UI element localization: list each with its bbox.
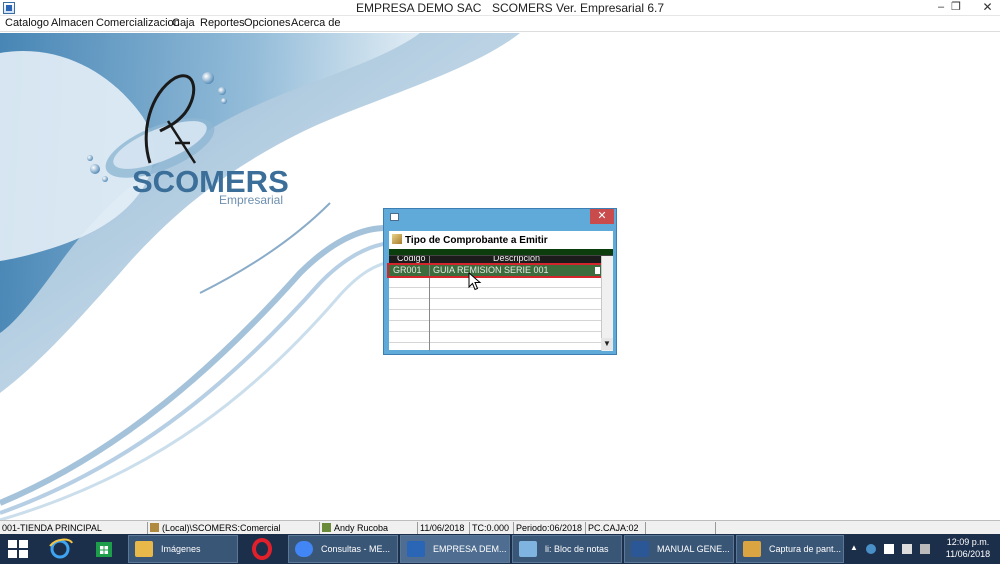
status-store: 001-TIENDA PRINCIPAL bbox=[0, 522, 148, 534]
taskbar-button-imagenes[interactable]: Imágenes bbox=[128, 535, 238, 563]
application-window: EMPRESA DEMO SAC SCOMERS Ver. Empresaria… bbox=[0, 0, 1000, 564]
dialog-body: Tipo de Comprobante a Emitir Código Desc… bbox=[387, 231, 613, 351]
status-empty bbox=[646, 522, 716, 534]
internet-explorer-icon[interactable] bbox=[42, 534, 78, 564]
grid-row-line bbox=[389, 309, 601, 310]
grid-row-line bbox=[389, 320, 601, 321]
action-center-flag-icon[interactable] bbox=[884, 544, 894, 554]
volume-icon[interactable] bbox=[902, 544, 912, 554]
scomers-logo-edition: Empresarial bbox=[219, 193, 284, 207]
display-icon[interactable] bbox=[920, 544, 930, 554]
grid-row-line bbox=[389, 287, 601, 288]
mouse-cursor-icon bbox=[468, 272, 482, 291]
status-exchange-rate-text: TC:0.000 bbox=[472, 523, 510, 533]
status-date: 11/06/2018 bbox=[418, 522, 470, 534]
status-user: Andy Rucoba bbox=[320, 522, 418, 534]
windows-start-icon[interactable] bbox=[8, 540, 28, 558]
database-icon bbox=[150, 523, 159, 532]
status-user-text: Andy Rucoba bbox=[334, 523, 389, 533]
status-date-text: 11/06/2018 bbox=[420, 523, 465, 533]
red-highlight-annotation bbox=[387, 263, 605, 278]
menu-caja[interactable]: Caja bbox=[172, 17, 195, 29]
taskbar-button-paint[interactable]: Captura de pant... bbox=[736, 535, 844, 563]
grid-row-line bbox=[389, 298, 601, 299]
dialog-close-button[interactable]: ✕ bbox=[590, 209, 614, 224]
taskbar-button-empresa-demo[interactable]: EMPRESA DEM... bbox=[400, 535, 510, 563]
network-globe-icon[interactable] bbox=[866, 544, 876, 554]
app-icon[interactable] bbox=[3, 2, 15, 14]
taskbar-button-word[interactable]: MANUAL GENE... bbox=[624, 535, 734, 563]
paint-icon bbox=[743, 541, 761, 557]
dialog-caption: Tipo de Comprobante a Emitir bbox=[392, 234, 548, 246]
status-register-text: PC.CAJA:02 bbox=[588, 523, 639, 533]
clock-date[interactable]: 11/06/2018 bbox=[940, 549, 996, 559]
taskbar-button-notepad[interactable]: li: Bloc de notas bbox=[512, 535, 622, 563]
scomers-app-icon bbox=[407, 541, 425, 557]
tipo-comprobante-dialog: ✕ Tipo de Comprobante a Emitir Código De… bbox=[383, 208, 617, 355]
taskbar-button-label: Consultas - ME... bbox=[321, 544, 391, 554]
status-period: Periodo:06/2018 bbox=[514, 522, 586, 534]
menu-acerca-de[interactable]: Acerca de bbox=[291, 17, 341, 29]
edit-pencil-icon bbox=[392, 234, 402, 244]
notepad-icon bbox=[519, 541, 537, 557]
show-hidden-icons-chevron-icon[interactable]: ▲ bbox=[850, 543, 860, 553]
status-database-text: (Local)\SCOMERS:Comercial bbox=[162, 523, 281, 533]
mdi-client-area: SCOMERS Empresarial ✕ Tipo de Comprobant… bbox=[0, 33, 1000, 520]
window-title-app: SCOMERS Ver. Empresarial 6.7 bbox=[492, 1, 665, 15]
clock-time[interactable]: 12:09 p.m. bbox=[944, 537, 992, 547]
taskbar-button-chrome[interactable]: Consultas - ME... bbox=[288, 535, 398, 563]
taskbar-button-label: Imágenes bbox=[161, 544, 201, 554]
status-register: PC.CAJA:02 bbox=[586, 522, 646, 534]
folder-icon bbox=[135, 541, 153, 557]
restore-button[interactable]: ❐ bbox=[943, 0, 969, 16]
scroll-down-arrow-icon[interactable]: ▼ bbox=[601, 338, 613, 350]
status-store-text: 001-TIENDA PRINCIPAL bbox=[2, 523, 102, 533]
status-period-text: Periodo:06/2018 bbox=[516, 523, 583, 533]
grid-row-line bbox=[389, 342, 601, 343]
windows-taskbar: Imágenes Consultas - ME... EMPRESA DEM..… bbox=[0, 534, 1000, 564]
taskbar-button-label: Captura de pant... bbox=[769, 544, 842, 554]
close-button[interactable]: ✕ bbox=[975, 0, 1000, 16]
dialog-caption-text: Tipo de Comprobante a Emitir bbox=[405, 235, 548, 246]
menu-opciones[interactable]: Opciones bbox=[244, 17, 290, 29]
taskbar-button-label: EMPRESA DEM... bbox=[433, 544, 507, 554]
menu-reportes[interactable]: Reportes bbox=[200, 17, 245, 29]
menu-comercializacion[interactable]: Comercializacion bbox=[96, 17, 180, 29]
menu-bar: Catalogo Almacen Comercializacion Caja R… bbox=[0, 16, 1000, 32]
comprobante-grid[interactable]: Código Descripción GR001 GUIA REMISION S… bbox=[387, 255, 613, 351]
menu-almacen[interactable]: Almacen bbox=[51, 17, 94, 29]
grid-row-line bbox=[389, 331, 601, 332]
menu-catalogo[interactable]: Catalogo bbox=[5, 17, 49, 29]
title-bar: EMPRESA DEMO SAC SCOMERS Ver. Empresaria… bbox=[0, 0, 1000, 16]
grid-vertical-scrollbar[interactable] bbox=[601, 256, 613, 351]
dialog-window-icon[interactable] bbox=[390, 213, 399, 221]
user-icon bbox=[322, 523, 331, 532]
store-icon[interactable] bbox=[86, 534, 122, 564]
word-icon bbox=[631, 541, 649, 557]
chrome-icon bbox=[295, 541, 313, 557]
taskbar-button-label: MANUAL GENE... bbox=[657, 544, 730, 554]
taskbar-button-label: li: Bloc de notas bbox=[545, 544, 609, 554]
opera-icon[interactable] bbox=[244, 534, 280, 564]
status-database: (Local)\SCOMERS:Comercial bbox=[148, 522, 320, 534]
status-exchange-rate: TC:0.000 bbox=[470, 522, 514, 534]
status-bar: 001-TIENDA PRINCIPAL (Local)\SCOMERS:Com… bbox=[0, 520, 1000, 534]
window-title-company: EMPRESA DEMO SAC bbox=[356, 1, 482, 15]
